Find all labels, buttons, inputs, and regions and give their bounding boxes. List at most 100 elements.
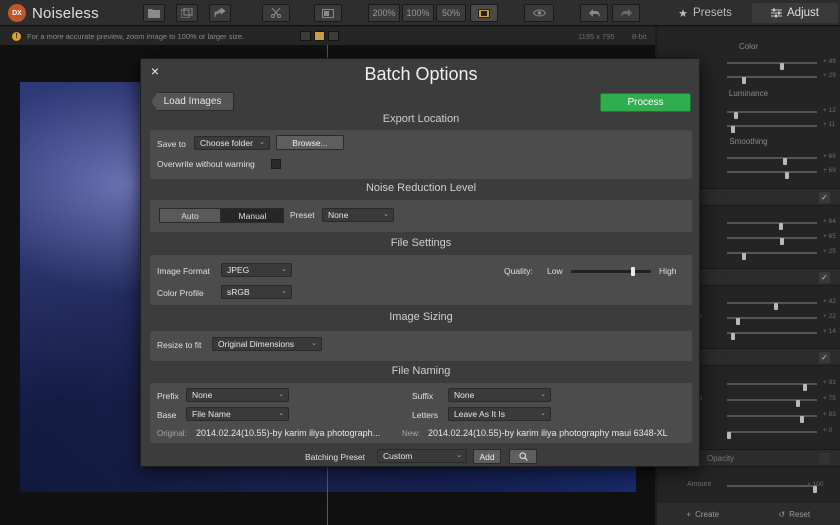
file-settings-section: Image Format JPEG ⌄ Color Profile sRGB ⌄… [150,255,692,305]
adjust-slider-value: + 66 [823,153,836,160]
adjust-slider-track[interactable] [727,415,817,423]
plus-icon: + [686,509,692,519]
checkmark-icon[interactable]: ✓ [819,272,830,283]
adjust-slider-knob[interactable] [731,126,735,133]
adjust-slider-knob[interactable] [803,384,807,391]
app-window: DX Noiseless 200% 100% 50% ★ Presets Adj… [0,0,840,525]
file-naming-section: Prefix None ⌄ Suffix None ⌄ Base File Na… [150,383,692,443]
adjust-slider-knob[interactable] [785,172,789,179]
letters-dropdown[interactable]: Leave As It Is ⌄ [448,407,551,421]
save-to-label: Save to [157,139,186,149]
prefix-dropdown[interactable]: None ⌄ [186,388,289,402]
adjust-slider-value: + 42 [823,298,836,305]
create-preset-button[interactable]: + Create [657,503,749,525]
adjust-slider-knob[interactable] [734,112,738,119]
zoom-200-button[interactable]: 200% [368,4,400,22]
quality-high-label: High [659,266,677,276]
adjust-slider-knob[interactable] [774,303,778,310]
adjust-slider-knob[interactable] [783,158,787,165]
tab-presets[interactable]: ★ Presets [662,3,748,23]
preview-toggle-button[interactable] [524,4,554,22]
tab-adjust[interactable]: Adjust [752,3,838,23]
zoom-100-button[interactable]: 100% [402,4,434,22]
adjust-slider-knob[interactable] [779,223,783,230]
split-view-button[interactable] [314,4,342,22]
add-preset-button[interactable]: Add [473,449,501,464]
crop-button[interactable] [262,4,290,22]
adjust-slider-track[interactable] [727,62,817,70]
adjust-slider-track[interactable] [727,237,817,245]
compare-button[interactable] [176,4,198,22]
adjust-slider-knob[interactable] [796,400,800,407]
zoom-fit-button[interactable] [470,4,498,22]
adjust-slider-track[interactable] [727,317,817,325]
reset-button[interactable]: ↺ Reset [749,503,840,525]
adjust-slider-track[interactable] [727,222,817,230]
auto-mode-button[interactable]: Auto [159,208,221,223]
adjust-slider-track[interactable] [727,171,817,179]
adjust-slider-knob[interactable] [731,333,735,340]
checkmark-icon[interactable]: ✓ [819,352,830,363]
export-location-title: Export Location [382,113,460,125]
adjust-slider-track[interactable] [727,125,817,133]
opacity-toggle[interactable] [819,453,830,464]
adjust-slider-knob[interactable] [780,63,784,70]
export-button[interactable] [209,4,231,22]
chevron-down-icon: ⌄ [278,410,284,417]
adjust-slider-knob[interactable] [780,238,784,245]
color-profile-dropdown[interactable]: sRGB ⌄ [221,285,292,299]
open-folder-button[interactable] [143,4,165,22]
amount-slider-row[interactable]: Amount + 100 [657,481,840,493]
quality-slider-knob[interactable] [631,267,635,276]
adjust-slider-track[interactable] [727,76,817,84]
suffix-dropdown[interactable]: None ⌄ [448,388,551,402]
adjust-slider-track[interactable] [727,111,817,119]
reset-icon: ↺ [778,509,786,519]
adjust-slider-knob[interactable] [727,432,731,439]
single-view-toggle[interactable] [300,31,311,41]
adjust-slider-track[interactable] [727,252,817,260]
file-settings-title: File Settings [390,237,452,249]
opacity-label: Opacity [707,454,735,463]
adjust-slider-value: + 49 [823,58,836,65]
batch-options-dialog: × Batch Options Load Images Process Expo… [140,58,700,467]
adjust-slider-track[interactable] [727,383,817,391]
color-profile-value: sRGB [227,287,250,297]
adjust-slider-knob[interactable] [800,416,804,423]
search-icon [518,452,528,461]
undo-button[interactable] [580,4,608,22]
adjust-slider-knob[interactable] [742,253,746,260]
adjust-slider-value: + 64 [823,218,836,225]
batching-preset-dropdown[interactable]: Custom ⌄ [377,449,467,463]
adjust-slider-track[interactable] [727,302,817,310]
redo-button[interactable] [612,4,640,22]
adjust-slider-track[interactable] [727,399,817,407]
quality-slider-track[interactable] [571,270,651,273]
adjust-slider-track[interactable] [727,332,817,340]
adjust-slider-knob[interactable] [742,77,746,84]
fit-screen-icon [478,8,490,18]
noise-preset-dropdown[interactable]: None ⌄ [322,208,394,222]
zoom-50-button[interactable]: 50% [436,4,466,22]
base-label: Base [157,410,177,420]
amount-slider-track[interactable] [727,485,817,493]
adjust-slider-track[interactable] [727,157,817,165]
side-by-side-toggle[interactable] [314,31,325,41]
process-button[interactable]: Process [600,93,691,112]
resize-dropdown[interactable]: Original Dimensions ⌄ [212,337,322,351]
adjust-slider-value: + 29 [823,72,836,79]
overwrite-checkbox[interactable] [271,159,281,169]
browse-button[interactable]: Browse... [276,135,344,150]
search-preset-button[interactable] [509,449,537,464]
adjust-slider-track[interactable] [727,431,817,439]
save-to-dropdown[interactable]: Choose folder ⌄ [194,136,270,150]
base-dropdown[interactable]: File Name ⌄ [186,407,289,421]
adjust-slider-knob[interactable] [736,318,740,325]
checkmark-icon[interactable]: ✓ [819,192,830,203]
new-label: New: [402,429,421,438]
quality-low-label: Low [547,266,563,276]
image-format-dropdown[interactable]: JPEG ⌄ [221,263,292,277]
manual-mode-button[interactable]: Manual [221,208,284,223]
load-images-button[interactable]: Load Images [151,92,234,111]
split-view-toggle[interactable] [328,31,339,41]
